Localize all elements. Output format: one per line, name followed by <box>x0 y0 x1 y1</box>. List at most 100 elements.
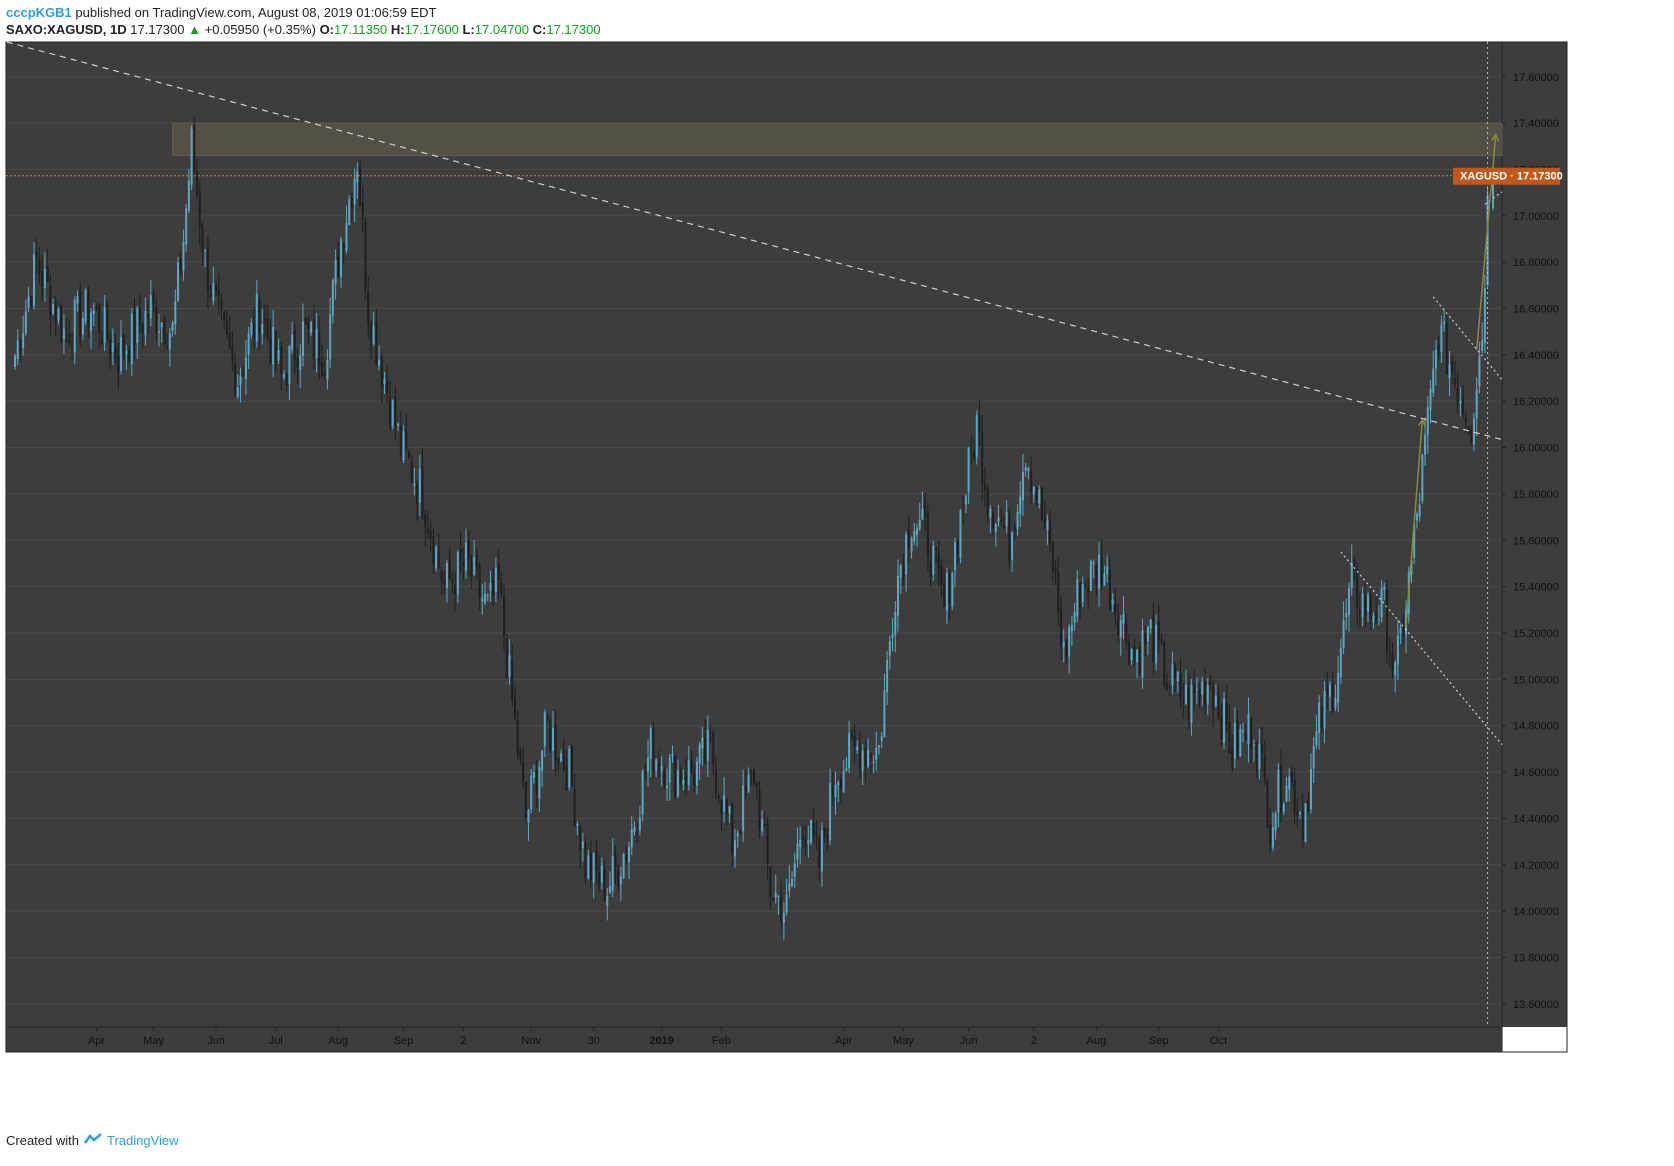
candle-body <box>22 333 25 349</box>
candle-body <box>1318 702 1321 733</box>
candle-body <box>1304 803 1307 843</box>
candle-body <box>1307 800 1310 812</box>
candle-body <box>731 803 734 854</box>
candle-body <box>755 783 758 788</box>
candle-body <box>301 321 304 356</box>
candle-body <box>573 789 576 827</box>
y-tick-label: 16.00000 <box>1513 443 1559 455</box>
y-tick-label: 13.80000 <box>1513 952 1559 964</box>
candle-body <box>896 575 899 616</box>
candle-body <box>231 346 234 360</box>
candle-body <box>527 809 530 823</box>
candle-body <box>535 771 538 795</box>
candle-body <box>1125 617 1128 643</box>
candle-body <box>856 746 859 751</box>
candle-body <box>1087 587 1090 592</box>
candle-body <box>1481 339 1484 352</box>
candle-body <box>155 306 158 333</box>
candle-body <box>788 883 791 891</box>
candle-body <box>562 750 565 770</box>
candle-body <box>834 784 837 797</box>
candle-body <box>959 510 962 558</box>
candle-body <box>1141 629 1144 678</box>
candle-body <box>1073 611 1076 623</box>
candle-body <box>1388 653 1391 655</box>
candle-body <box>1176 672 1179 682</box>
candle-body <box>625 855 628 861</box>
candle-body <box>1402 625 1405 637</box>
candle-body <box>79 292 82 338</box>
candle-body <box>1255 741 1258 767</box>
candle-body <box>1377 619 1380 621</box>
candle-body <box>657 762 660 772</box>
candle-body <box>163 318 166 344</box>
candle-body <box>244 357 247 379</box>
candle-body <box>1130 648 1133 661</box>
candle-body <box>1157 621 1160 641</box>
candle-body <box>361 202 364 219</box>
candle-body <box>304 317 307 325</box>
candle-body <box>1429 388 1432 411</box>
candle-body <box>1475 389 1478 419</box>
candle-body <box>407 451 410 458</box>
candle-body <box>380 356 383 387</box>
candle-body <box>299 355 302 370</box>
candle-body <box>997 517 1000 522</box>
candle-body <box>201 223 204 253</box>
candle-body <box>204 249 207 251</box>
candle-body <box>1163 641 1166 686</box>
footer: Created with TradingView <box>6 1133 179 1148</box>
candle-body <box>611 856 614 891</box>
candle-body <box>1084 584 1087 586</box>
candle-body <box>511 659 514 700</box>
candle-body <box>522 762 525 781</box>
candle-body <box>682 779 685 785</box>
candle-body <box>1320 706 1323 728</box>
y-tick-label: 14.00000 <box>1513 906 1559 918</box>
candle-body <box>940 565 943 586</box>
candle-body <box>848 733 851 769</box>
time-axis-background <box>6 1027 1502 1052</box>
candle-body <box>630 829 633 848</box>
y-tick-label: 15.20000 <box>1513 628 1559 640</box>
candle-body <box>369 324 372 346</box>
candle-body <box>481 598 484 602</box>
candle-body <box>103 306 106 344</box>
candle-body <box>541 750 544 772</box>
candle-body <box>709 732 712 734</box>
candle-body <box>606 895 609 906</box>
candle-body <box>255 293 258 342</box>
candle-body <box>1005 511 1008 527</box>
candle-body <box>837 782 840 786</box>
candle-body <box>166 348 169 350</box>
candle-body <box>1233 723 1236 759</box>
x-tick-label: Aug <box>329 1035 349 1047</box>
candle-body <box>1040 487 1043 520</box>
candle-body <box>1345 613 1348 618</box>
candle-body <box>744 785 747 793</box>
candle-body <box>426 527 429 534</box>
candle-body <box>818 838 821 868</box>
candle-body <box>185 208 188 245</box>
candle-body <box>619 876 622 885</box>
tradingview-brand[interactable]: TradingView <box>107 1133 179 1148</box>
candle-body <box>1095 565 1098 585</box>
candle-body <box>1011 532 1014 560</box>
candle-body <box>570 746 573 787</box>
candle-body <box>1016 512 1019 529</box>
candle-body <box>551 728 554 752</box>
candle-body <box>106 303 109 340</box>
candle-body <box>125 350 128 354</box>
chart-area[interactable]: 17.6000017.4000017.2000017.0000016.80000… <box>0 0 1674 1161</box>
candle-body <box>1021 471 1024 501</box>
candle-body <box>375 322 378 365</box>
candle-body <box>810 820 813 843</box>
candle-body <box>1432 368 1435 393</box>
candle-body <box>388 397 391 427</box>
candle-body <box>274 330 277 363</box>
candle-body <box>1155 624 1158 664</box>
candle-body <box>416 483 419 504</box>
candle-body <box>932 546 935 575</box>
price-chart[interactable]: 17.6000017.4000017.2000017.0000016.80000… <box>0 0 1674 1161</box>
candle-body <box>81 318 84 335</box>
